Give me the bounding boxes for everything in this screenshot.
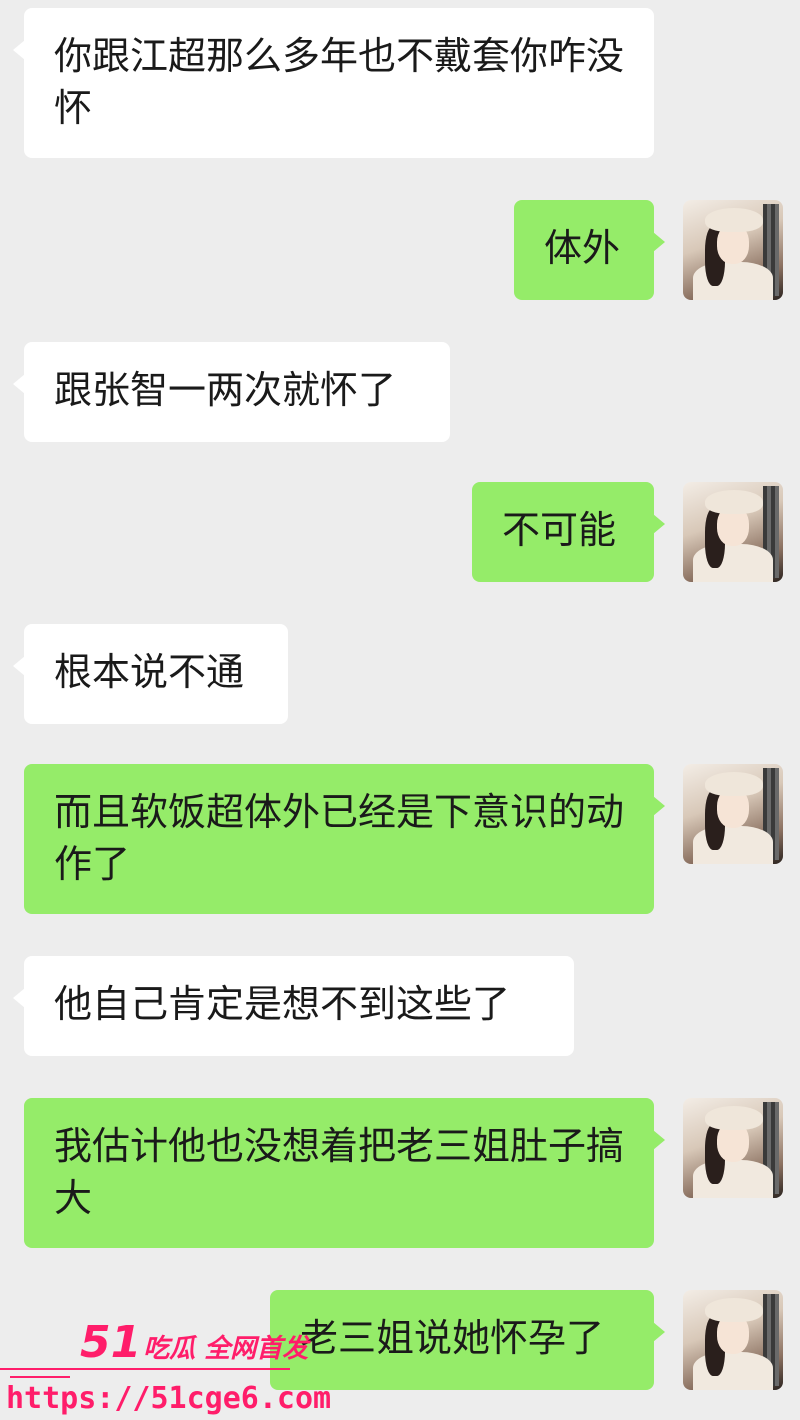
avatar[interactable] bbox=[683, 1098, 783, 1198]
message-bubble-outgoing[interactable]: 不可能 bbox=[472, 482, 665, 582]
message-text: 他自己肯定是想不到这些了 bbox=[54, 982, 511, 1026]
avatar-hat bbox=[705, 772, 763, 796]
message-text: 体外 bbox=[544, 226, 621, 270]
watermark-divider bbox=[0, 1368, 290, 1370]
message-text: 根本说不通 bbox=[54, 650, 245, 694]
message-bubble-incoming[interactable]: 你跟江超那么多年也不戴套你咋没怀 bbox=[13, 8, 654, 158]
message-bubble-outgoing[interactable]: 而且软饭超体外已经是下意识的动作了 bbox=[24, 764, 665, 914]
watermark-text: 吃瓜 全网首发 bbox=[143, 1334, 309, 1364]
message-text: 我估计他也没想着把老三姐肚子搞大 bbox=[54, 1124, 625, 1220]
message-bubble-incoming[interactable]: 根本说不通 bbox=[13, 624, 288, 724]
message-text: 跟张智一两次就怀了 bbox=[54, 368, 397, 412]
watermark: 51吃瓜 全网首发 https://51cge6.com bbox=[0, 1318, 332, 1418]
avatar-hat bbox=[705, 1106, 763, 1130]
message-text: 而且软饭超体外已经是下意识的动作了 bbox=[54, 790, 625, 886]
avatar-hat bbox=[705, 1298, 763, 1322]
message-text: 你跟江超那么多年也不戴套你咋没怀 bbox=[54, 34, 625, 130]
avatar[interactable] bbox=[683, 1290, 783, 1390]
avatar[interactable] bbox=[683, 200, 783, 300]
message-bubble-incoming[interactable]: 跟张智一两次就怀了 bbox=[13, 342, 450, 442]
message-text: 不可能 bbox=[502, 508, 617, 552]
message-bubble-outgoing[interactable]: 体外 bbox=[514, 200, 665, 300]
watermark-number: 51 bbox=[80, 1317, 142, 1368]
avatar-hat bbox=[705, 208, 763, 232]
watermark-logo: 51吃瓜 全网首发 bbox=[80, 1318, 308, 1368]
message-bubble-outgoing[interactable]: 我估计他也没想着把老三姐肚子搞大 bbox=[24, 1098, 665, 1248]
message-bubble-incoming[interactable]: 他自己肯定是想不到这些了 bbox=[13, 956, 574, 1056]
avatar[interactable] bbox=[683, 482, 783, 582]
avatar[interactable] bbox=[683, 764, 783, 864]
avatar-hat bbox=[705, 490, 763, 514]
message-text: 老三姐说她怀孕了 bbox=[300, 1316, 605, 1360]
watermark-divider bbox=[10, 1376, 70, 1378]
watermark-url: https://51cge6.com bbox=[6, 1381, 332, 1416]
